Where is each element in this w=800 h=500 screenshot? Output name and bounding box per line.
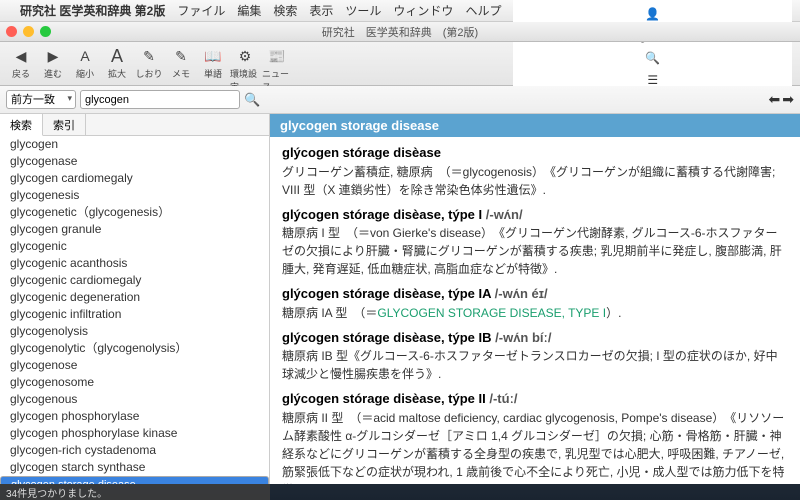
list-item[interactable]: glycogenic infiltration — [0, 306, 269, 323]
app-name[interactable]: 研究社 医学英和辞典 第2版 — [20, 2, 165, 19]
menu-view[interactable]: 表示 — [309, 2, 333, 19]
definition: 糖原病 I 型 （＝von Gierke's disease） 《グリコーゲン代… — [282, 224, 788, 278]
menu-help[interactable]: ヘルプ — [465, 2, 501, 19]
toolbar-しおり[interactable]: ✎しおり — [134, 46, 164, 80]
user-icon[interactable]: 👤 — [645, 7, 660, 21]
window-titlebar: 研究社 医学英和辞典 (第2版) — [0, 22, 800, 42]
list-item[interactable]: glycogenous — [0, 391, 269, 408]
zoom-button[interactable] — [40, 26, 51, 37]
status-bar: 34件見つかりました。 — [0, 484, 270, 500]
list-item[interactable]: glycogenesis — [0, 187, 269, 204]
prev-result-button[interactable]: ⬅ — [769, 91, 781, 108]
toolbar-単語[interactable]: 📖単語 — [198, 46, 228, 80]
list-item[interactable]: glycogen-rich cystadenoma — [0, 442, 269, 459]
list-item[interactable]: glycogenic acanthosis — [0, 255, 269, 272]
definition: 糖原病 II 型 （＝acid maltose deficiency, card… — [282, 409, 788, 485]
pronunciation: /-túː/ — [489, 391, 517, 406]
menu-extras-icon[interactable]: ☰ — [647, 73, 658, 87]
list-item[interactable]: glycogen storage disease — [0, 476, 269, 484]
tab-index[interactable]: 索引 — [43, 114, 86, 135]
dictionary-entry: glýcogen stórage disèase, týpe IB /-wʌ́n… — [282, 328, 788, 384]
list-item[interactable]: glycogen granule — [0, 221, 269, 238]
menu-file[interactable]: ファイル — [177, 2, 225, 19]
window-title: 研究社 医学英和辞典 (第2版) — [322, 24, 478, 40]
macos-menubar: 研究社 医学英和辞典 第2版 ファイル 編集 検索 表示 ツール ウィンドウ ヘ… — [0, 0, 800, 22]
list-item[interactable]: glycogenolysis — [0, 323, 269, 340]
match-mode-select[interactable]: 前方一致 — [6, 90, 76, 109]
list-item[interactable]: glycogenic cardiomegaly — [0, 272, 269, 289]
article-heading: glycogen storage disease — [270, 114, 800, 137]
pronunciation: /-wʌ́n/ — [486, 207, 523, 222]
headword: glýcogen stórage disèase, týpe II /-túː/ — [282, 389, 788, 409]
cross-ref-link[interactable]: GLYCOGEN STORAGE DISEASE, TYPE I — [377, 306, 606, 320]
headword: glýcogen stórage disèase — [282, 143, 788, 163]
headword: glýcogen stórage disèase, týpe IA /-wʌ́n… — [282, 284, 788, 304]
list-item[interactable]: glycogen cardiomegaly — [0, 170, 269, 187]
headword: glýcogen stórage disèase, týpe I /-wʌ́n/ — [282, 205, 788, 225]
toolbar-戻る[interactable]: ◀戻る — [6, 46, 36, 80]
close-button[interactable] — [6, 26, 17, 37]
toolbar-縮小[interactable]: A縮小 — [70, 46, 100, 80]
search-icon[interactable]: 🔍 — [244, 92, 260, 108]
list-item[interactable]: glycogenase — [0, 153, 269, 170]
dictionary-entry: glýcogen stórage disèase, týpe IA /-wʌ́n… — [282, 284, 788, 322]
list-item[interactable]: glycogenic — [0, 238, 269, 255]
list-item[interactable]: glycogenolytic（glycogenolysis） — [0, 340, 269, 357]
dictionary-entry: glýcogen stórage disèaseグリコーゲン蓄積症, 糖原病 （… — [282, 143, 788, 199]
definition: 糖原病 IA 型 （＝GLYCOGEN STORAGE DISEASE, TYP… — [282, 304, 788, 322]
minimize-button[interactable] — [23, 26, 34, 37]
list-item[interactable]: glycogenetic（glycogenesis） — [0, 204, 269, 221]
toolbar-拡大[interactable]: A拡大 — [102, 46, 132, 80]
pronunciation: /-wʌ́n bíː/ — [495, 330, 551, 345]
sidebar: 検索 索引 glycogenglycogenaseglycogen cardio… — [0, 114, 270, 484]
menu-edit[interactable]: 編集 — [237, 2, 261, 19]
list-item[interactable]: glycogen phosphorylase — [0, 408, 269, 425]
list-item[interactable]: glycogenic degeneration — [0, 289, 269, 306]
next-result-button[interactable]: ➡ — [782, 91, 794, 108]
sidebar-tabs: 検索 索引 — [0, 114, 269, 136]
menu-tool[interactable]: ツール — [345, 2, 381, 19]
toolbar-メモ[interactable]: ✎メモ — [166, 46, 196, 80]
list-item[interactable]: glycogenosome — [0, 374, 269, 391]
list-item[interactable]: glycogen starch synthase — [0, 459, 269, 476]
dictionary-entry: glýcogen stórage disèase, týpe I /-wʌ́n/… — [282, 205, 788, 279]
toolbar-進む[interactable]: ▶進む — [38, 46, 68, 80]
menu-window[interactable]: ウィンドウ — [393, 2, 453, 19]
search-input[interactable] — [80, 90, 240, 109]
dictionary-entry: glýcogen stórage disèase, týpe II /-túː/… — [282, 389, 788, 484]
window-controls — [6, 26, 51, 37]
list-item[interactable]: glycogenose — [0, 357, 269, 374]
pronunciation: /-wʌ́n éɪ/ — [495, 286, 548, 301]
tab-search[interactable]: 検索 — [0, 114, 43, 136]
list-item[interactable]: glycogen — [0, 136, 269, 153]
article-pane: glycogen storage disease glýcogen stórag… — [270, 114, 800, 484]
spotlight-icon[interactable]: 🔍 — [645, 51, 660, 65]
definition: グリコーゲン蓄積症, 糖原病 （＝glycogenosis） 《グリコーゲンが組… — [282, 163, 788, 199]
menu-search[interactable]: 検索 — [273, 2, 297, 19]
article-content[interactable]: glýcogen stórage disèaseグリコーゲン蓄積症, 糖原病 （… — [270, 137, 800, 484]
definition: 糖原病 IB 型《グルコース-6-ホスファターゼトランスロカーゼの欠損; I 型… — [282, 347, 788, 383]
headword: glýcogen stórage disèase, týpe IB /-wʌ́n… — [282, 328, 788, 348]
result-list[interactable]: glycogenglycogenaseglycogen cardiomegaly… — [0, 136, 269, 484]
search-row: 前方一致 🔍 ⬅ ➡ — [0, 86, 800, 114]
list-item[interactable]: glycogen phosphorylase kinase — [0, 425, 269, 442]
